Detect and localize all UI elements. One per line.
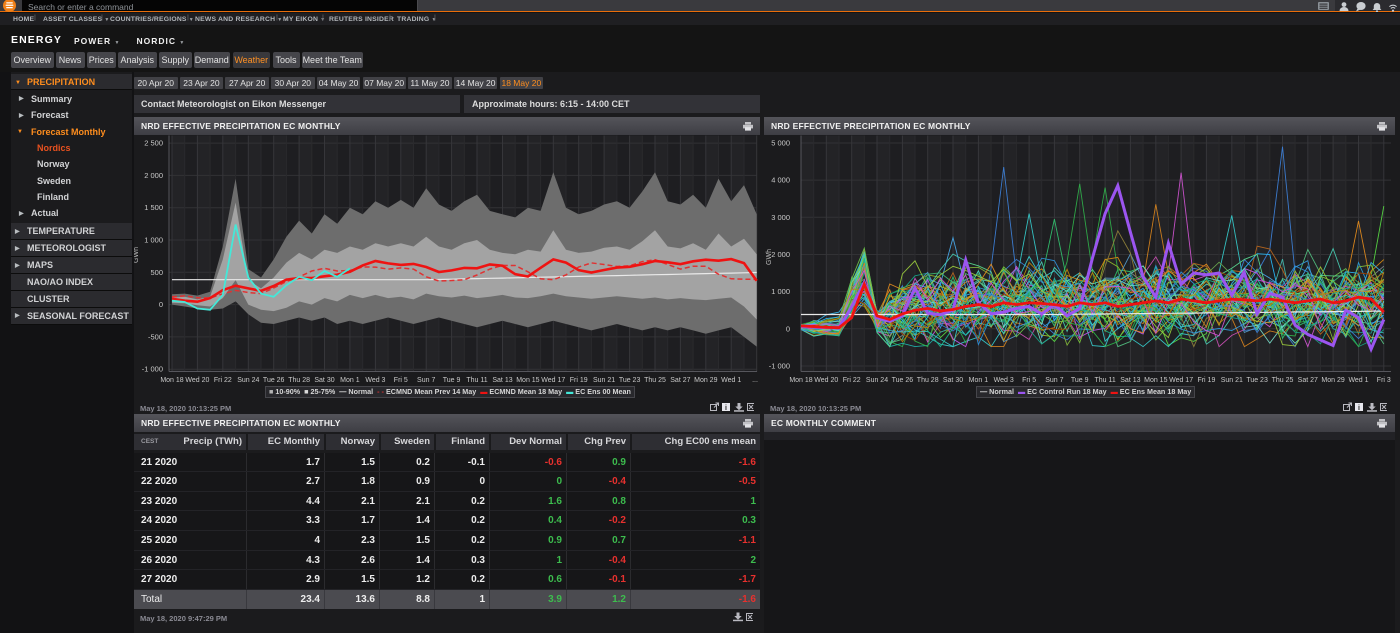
svg-text:Mon 29: Mon 29: [694, 377, 717, 384]
svg-text:i: i: [1358, 405, 1360, 412]
svg-text:Sat 30: Sat 30: [943, 377, 963, 384]
svg-text:Sun 24: Sun 24: [866, 377, 888, 384]
svg-text:Thu 11: Thu 11: [1094, 377, 1115, 384]
svg-text:Mon 1: Mon 1: [340, 377, 360, 384]
svg-text:GWh: GWh: [766, 249, 773, 265]
svg-text:-500: -500: [148, 332, 163, 341]
svg-text:Sun 7: Sun 7: [1045, 377, 1063, 384]
svg-text:Sun 21: Sun 21: [1221, 377, 1243, 384]
svg-text:Tue 23: Tue 23: [619, 377, 641, 384]
svg-text:Sat 27: Sat 27: [1298, 377, 1318, 384]
svg-text:4 000: 4 000: [771, 176, 790, 185]
svg-text:Thu 28: Thu 28: [288, 377, 310, 384]
svg-text:Tue 26: Tue 26: [892, 377, 914, 384]
svg-text:2 000: 2 000: [144, 171, 163, 180]
svg-text:2 000: 2 000: [771, 250, 790, 259]
svg-text:Sun 21: Sun 21: [593, 377, 615, 384]
svg-text:Wed 17: Wed 17: [541, 377, 565, 384]
svg-text:Wed 3: Wed 3: [365, 377, 385, 384]
svg-text:Tue 9: Tue 9: [1071, 377, 1089, 384]
svg-text:1 000: 1 000: [771, 287, 790, 296]
svg-text:Sun 7: Sun 7: [417, 377, 435, 384]
svg-text:Fri 22: Fri 22: [843, 377, 861, 384]
svg-text:Fri 22: Fri 22: [214, 377, 232, 384]
svg-text:Sat 27: Sat 27: [670, 377, 690, 384]
svg-text:Thu 25: Thu 25: [644, 377, 666, 384]
svg-text:i: i: [725, 405, 727, 412]
svg-text:Mon 29: Mon 29: [1321, 377, 1344, 384]
svg-text:Tue 26: Tue 26: [263, 377, 285, 384]
svg-text:Mon 18: Mon 18: [789, 377, 812, 384]
svg-text:Fri 19: Fri 19: [570, 377, 588, 384]
svg-text:Wed 3: Wed 3: [994, 377, 1014, 384]
svg-text:0: 0: [786, 324, 790, 333]
svg-text:5 000: 5 000: [771, 139, 790, 148]
svg-text:Fri 19: Fri 19: [1197, 377, 1215, 384]
svg-text:GWh: GWh: [134, 247, 140, 263]
svg-text:-1 000: -1 000: [769, 362, 790, 371]
svg-text:Wed 20: Wed 20: [185, 377, 209, 384]
svg-text:-1 000: -1 000: [142, 365, 163, 374]
svg-text:Sat 13: Sat 13: [492, 377, 512, 384]
svg-text:Thu 28: Thu 28: [917, 377, 939, 384]
svg-text:Wed 1: Wed 1: [1348, 377, 1368, 384]
svg-text:500: 500: [150, 268, 163, 277]
svg-text:Mon 18: Mon 18: [160, 377, 183, 384]
svg-text:1 000: 1 000: [144, 236, 163, 245]
svg-text:Sat 13: Sat 13: [1120, 377, 1140, 384]
svg-text:Thu 25: Thu 25: [1272, 377, 1294, 384]
svg-text:Wed 17: Wed 17: [1169, 377, 1193, 384]
svg-text:Wed 1: Wed 1: [721, 377, 741, 384]
svg-text:...: ...: [752, 377, 758, 384]
svg-text:Fri 5: Fri 5: [394, 377, 408, 384]
svg-text:Mon 15: Mon 15: [516, 377, 539, 384]
svg-text:Mon 1: Mon 1: [969, 377, 989, 384]
svg-text:Fri 5: Fri 5: [1022, 377, 1036, 384]
svg-text:0: 0: [159, 300, 163, 309]
svg-text:Sat 30: Sat 30: [314, 377, 334, 384]
svg-text:1 500: 1 500: [144, 203, 163, 212]
svg-text:2 500: 2 500: [144, 139, 163, 148]
svg-text:Thu 11: Thu 11: [466, 377, 487, 384]
svg-text:Sun 24: Sun 24: [237, 377, 259, 384]
svg-text:Tue 9: Tue 9: [443, 377, 461, 384]
svg-text:Wed 20: Wed 20: [814, 377, 838, 384]
svg-text:Mon 15: Mon 15: [1144, 377, 1167, 384]
svg-text:3 000: 3 000: [771, 213, 790, 222]
svg-text:Fri 3: Fri 3: [1377, 377, 1391, 384]
svg-text:Tue 23: Tue 23: [1246, 377, 1268, 384]
